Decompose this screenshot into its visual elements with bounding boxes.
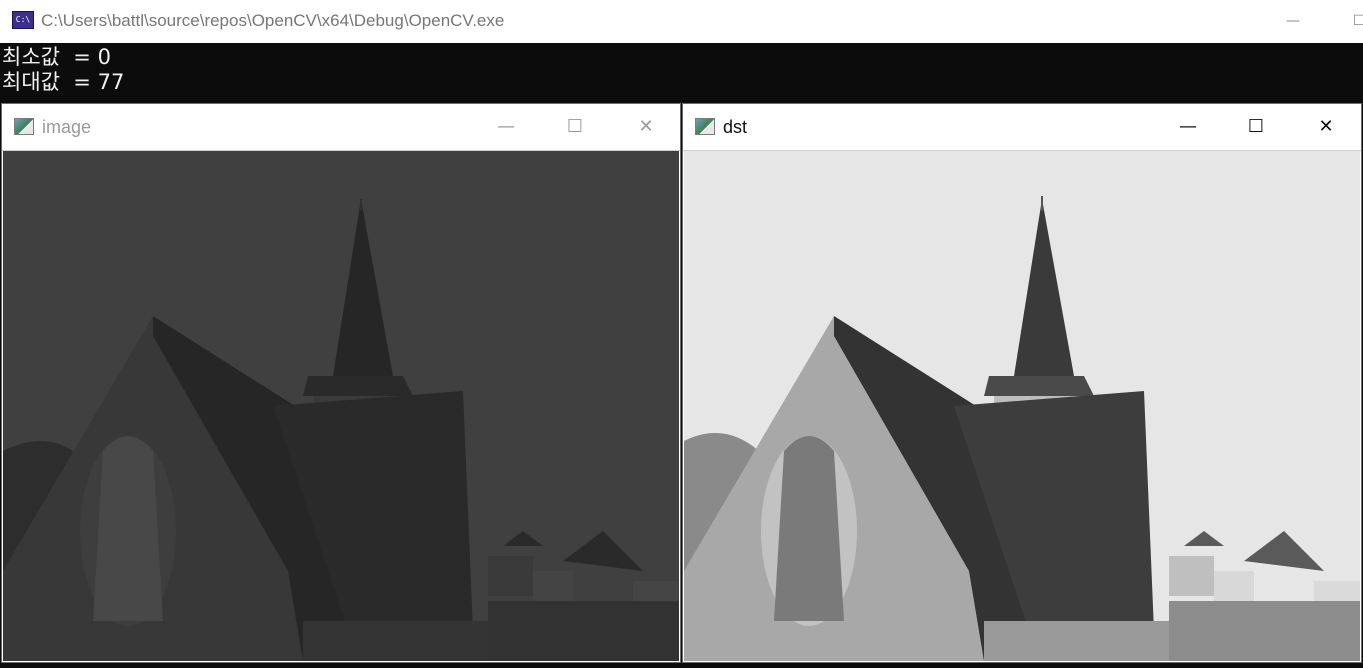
image-canvas[interactable] [3,151,679,661]
dst-minimize-button[interactable]: — [1168,112,1208,142]
dst-window-titlebar[interactable]: dst — ☐ ✕ [683,104,1361,151]
image-window-titlebar[interactable]: image — ☐ ✕ [2,104,680,151]
image-window[interactable]: image — ☐ ✕ [1,103,681,663]
church-photo-dark [3,151,679,661]
dst-close-button[interactable]: ✕ [1306,112,1346,142]
picture-icon [14,118,34,135]
console-maximize-button[interactable]: ☐ [1344,8,1363,34]
console-titlebar[interactable]: C:\ C:\Users\battl\source\repos\OpenCV\x… [0,0,1363,43]
console-line-max: 최대값 = 77 [2,70,125,94]
console-minimize-button[interactable]: — [1278,8,1308,34]
console-window-title: C:\Users\battl\source\repos\OpenCV\x64\D… [41,11,505,30]
image-maximize-button[interactable]: ☐ [555,112,595,142]
dst-window-title: dst [723,117,748,137]
console-app-icon: C:\ [12,11,34,29]
console-output: 최소값 = 0 최대값 = 77 [0,43,1363,102]
image-window-title: image [42,117,92,137]
image-close-button[interactable]: ✕ [626,112,666,142]
picture-icon [695,118,715,135]
image-minimize-button[interactable]: — [486,112,526,142]
dst-canvas[interactable] [684,151,1360,661]
dst-window[interactable]: dst — ☐ ✕ [682,103,1362,663]
dst-maximize-button[interactable]: ☐ [1236,112,1276,142]
church-photo-normalized [684,151,1360,661]
